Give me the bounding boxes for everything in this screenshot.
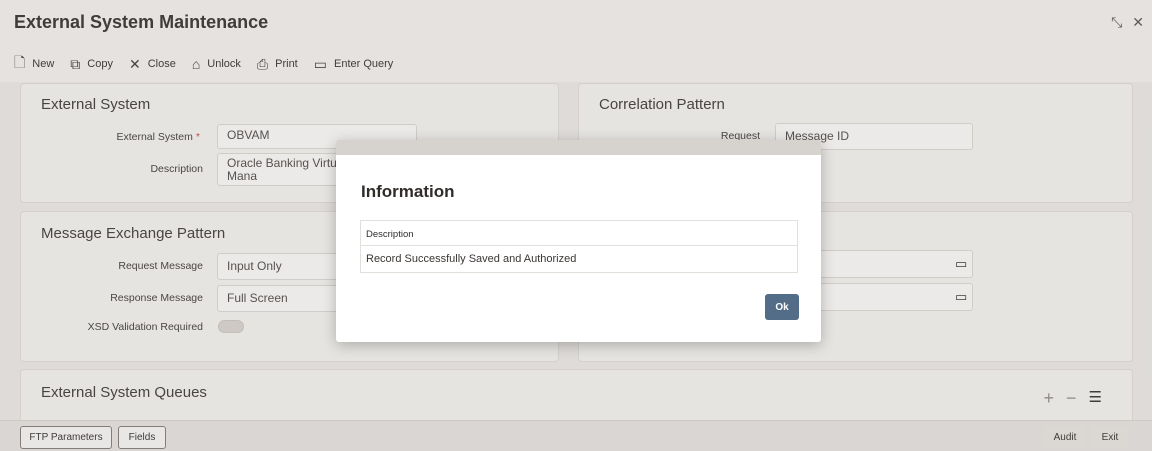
dialog-message: Record Successfully Saved and Authorized [366, 253, 577, 265]
dialog-table: Description Record Successfully Saved an… [360, 220, 798, 273]
dialog-column-header: Description [361, 221, 797, 246]
information-dialog: Information Description Record Successfu… [336, 140, 821, 342]
dialog-title: Information [361, 182, 455, 201]
ok-button[interactable]: Ok [765, 294, 799, 320]
dialog-header-bar [336, 140, 821, 155]
